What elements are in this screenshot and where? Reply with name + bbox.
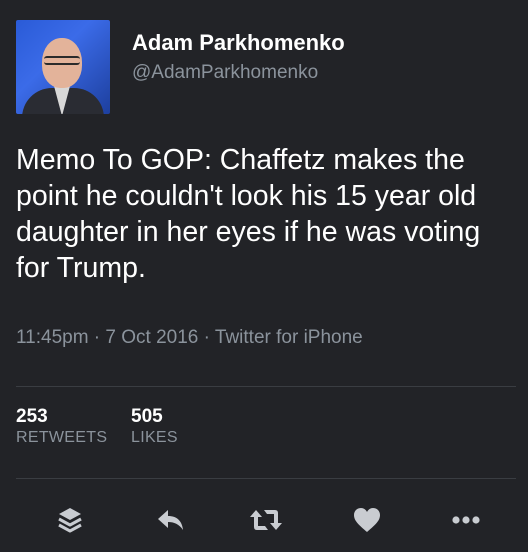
user-handle[interactable]: @AdamParkhomenko <box>132 62 318 84</box>
avatar-glasses <box>44 56 80 65</box>
stack-button[interactable] <box>50 500 90 540</box>
divider-bottom <box>16 478 516 479</box>
reply-icon <box>158 510 183 530</box>
tweet-meta: 11:45pm · 7 Oct 2016 · Twitter for iPhon… <box>16 327 363 348</box>
retweets-label: RETWEETS <box>16 429 108 446</box>
divider-top <box>16 386 516 387</box>
likes-count: 505 <box>131 406 163 427</box>
user-name[interactable]: Adam Parkhomenko <box>132 30 345 56</box>
action-bar <box>0 500 528 540</box>
like-button[interactable] <box>347 500 387 540</box>
tweet-text: Memo To GOP: Chaffetz makes the point he… <box>16 144 481 284</box>
avatar[interactable] <box>16 20 110 114</box>
reply-button[interactable] <box>151 500 191 540</box>
retweets-stat[interactable]: 253 RETWEETS <box>16 406 107 448</box>
retweet-button[interactable] <box>246 500 286 540</box>
stack-icon <box>58 508 82 533</box>
tweet-card: Adam Parkhomenko @AdamParkhomenko Memo T… <box>0 0 528 552</box>
likes-stat[interactable]: 505 LIKES <box>131 406 178 448</box>
more-button[interactable] <box>446 500 486 540</box>
retweet-icon <box>250 510 282 530</box>
retweets-count: 253 <box>16 406 48 427</box>
more-icon <box>452 516 480 524</box>
likes-label: LIKES <box>131 429 178 446</box>
heart-icon <box>354 508 380 532</box>
